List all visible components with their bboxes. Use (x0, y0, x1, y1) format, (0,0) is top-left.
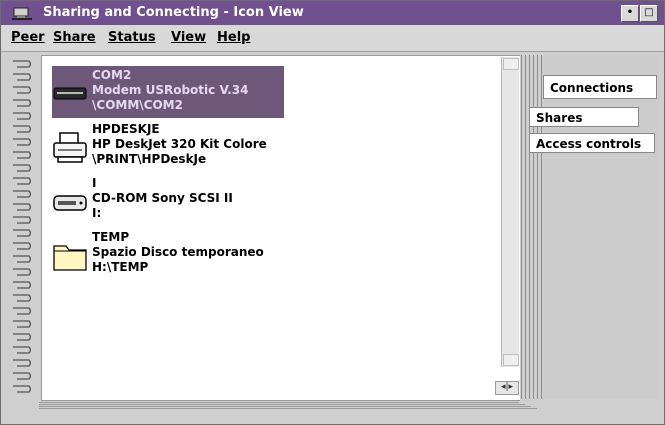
tab-connections[interactable]: Connections (543, 75, 657, 99)
system-menu-icon[interactable] (11, 5, 33, 21)
menu-share-label: Share (53, 30, 96, 45)
menu-view-label: View (171, 30, 207, 45)
folder-icon (53, 245, 87, 271)
share-item-temp[interactable]: TEMP Spazio Disco temporaneo H:\TEMP (52, 230, 282, 282)
page-turn-buttons[interactable]: ◂|▸ (495, 381, 519, 395)
page-bottom-edges (39, 401, 559, 409)
icon-view-page: COM2 Modem USRobotic V.34 \COMM\COM2 HPD… (41, 55, 520, 401)
share-item-text: COM2 Modem USRobotic V.34 \COMM\COM2 (92, 68, 248, 113)
notebook: COM2 Modem USRobotic V.34 \COMM\COM2 HPD… (9, 51, 659, 411)
share-description: CD-ROM Sony SCSI II (92, 191, 233, 205)
share-item-com2[interactable]: COM2 Modem USRobotic V.34 \COMM\COM2 (52, 66, 284, 120)
scroll-down-button[interactable] (503, 354, 519, 366)
share-item-text: I CD-ROM Sony SCSI II I: (92, 176, 233, 221)
menu-status-label: Status (108, 30, 156, 45)
share-item-text: HPDESKJE HP DeskJet 320 Kit Colore \PRIN… (92, 122, 267, 167)
tab-access-controls[interactable]: Access controls (529, 133, 655, 153)
menu-peer-label: Peer (11, 30, 45, 45)
vertical-scrollbar[interactable] (501, 57, 519, 367)
share-name: TEMP (92, 230, 130, 244)
share-description: HP DeskJet 320 Kit Colore (92, 137, 267, 151)
minimize-button[interactable]: • (621, 5, 639, 22)
share-item-text: TEMP Spazio Disco temporaneo H:\TEMP (92, 230, 264, 275)
share-name: I (92, 176, 97, 190)
menu-status[interactable]: Status (108, 30, 156, 45)
cdrom-drive-icon (53, 195, 87, 211)
share-item-cdrom[interactable]: I CD-ROM Sony SCSI II I: (52, 176, 282, 228)
share-path: \PRINT\HPDeskJe (92, 152, 207, 166)
menu-help-label: Help (217, 30, 251, 45)
share-path: I: (92, 206, 102, 220)
tab-panel: Connections Shares Access controls (529, 55, 659, 399)
share-name: COM2 (92, 68, 132, 82)
printer-icon (53, 132, 87, 163)
share-description: Spazio Disco temporaneo (92, 245, 264, 259)
share-description: Modem USRobotic V.34 (92, 83, 249, 97)
spiral-binding (13, 60, 31, 393)
share-name: HPDESKJE (92, 122, 160, 136)
scroll-up-button[interactable] (503, 58, 519, 70)
modem-icon (53, 87, 87, 100)
sharing-window: Sharing and Connecting - Icon View • □ P… (0, 0, 665, 425)
share-path: H:\TEMP (92, 260, 149, 274)
tab-shares[interactable]: Shares (529, 107, 639, 127)
menu-peer[interactable]: Peer (11, 30, 45, 45)
window-title: Sharing and Connecting - Icon View (43, 5, 304, 20)
menu-bar: Peer Share Status View Help (1, 25, 664, 52)
share-item-hpdeskje[interactable]: HPDESKJE HP DeskJet 320 Kit Colore \PRIN… (52, 122, 282, 174)
maximize-button[interactable]: □ (640, 5, 658, 22)
share-path: \COMM\COM2 (92, 98, 183, 112)
title-bar[interactable]: Sharing and Connecting - Icon View • □ (1, 1, 664, 25)
menu-help[interactable]: Help (217, 30, 250, 45)
menu-view[interactable]: View (171, 30, 206, 45)
menu-share[interactable]: Share (53, 30, 96, 45)
